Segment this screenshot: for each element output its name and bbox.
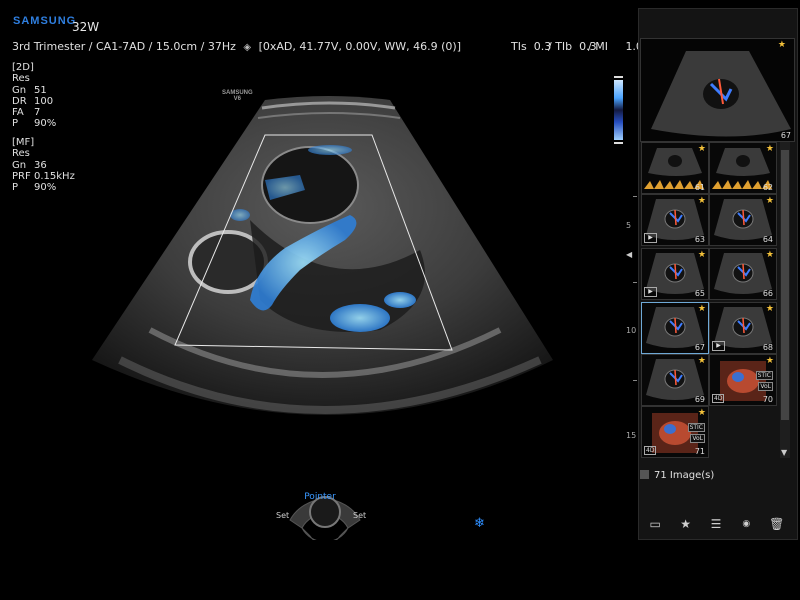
color-scale-bar bbox=[614, 80, 623, 140]
probe-watermark: SAMSUNG V6 bbox=[222, 90, 253, 102]
thumbnail-64[interactable]: ★ 64 bbox=[709, 194, 777, 246]
select-all-icon[interactable]: ▭ bbox=[643, 517, 667, 531]
depth-label-15: 15 bbox=[626, 431, 637, 440]
thumbnail-number: 63 bbox=[694, 235, 705, 244]
scroll-down-icon[interactable]: ▼ bbox=[781, 448, 787, 457]
focus-marker-icon: ◀ bbox=[626, 250, 633, 259]
thumbnail-number: 68 bbox=[762, 343, 773, 352]
thumbnail-number: 61 bbox=[694, 183, 705, 192]
thumbnail-number: 67 bbox=[694, 343, 705, 352]
preview-number: 67 bbox=[780, 131, 791, 140]
vol-badge: VoL bbox=[758, 382, 773, 391]
thumbnail-68[interactable]: ★ ▶ 68 bbox=[709, 302, 777, 354]
star-icon[interactable]: ★ bbox=[698, 408, 706, 418]
star-icon[interactable]: ★ bbox=[766, 250, 774, 260]
set-left-button[interactable]: Set bbox=[276, 511, 289, 520]
thumbnail-number: 71 bbox=[694, 447, 705, 456]
stic-badge: STIC bbox=[755, 371, 773, 380]
volume-tag: 4D bbox=[712, 394, 725, 403]
dicom-icon[interactable]: ◉ bbox=[734, 519, 758, 529]
thumbnail-66[interactable]: ★ 66 bbox=[709, 248, 777, 300]
thumbnail-number: 62 bbox=[762, 183, 773, 192]
snowflake-icon[interactable]: ❄ bbox=[474, 516, 485, 531]
thumbnail-61[interactable]: ★ 61 bbox=[641, 142, 709, 194]
thumbnail-62[interactable]: ★ 62 bbox=[709, 142, 777, 194]
panel-toolbar: ▭ ★ ☰ ◉ 🗑 bbox=[640, 513, 792, 535]
play-icon[interactable]: ▶ bbox=[644, 287, 657, 297]
volume-tag: 4D bbox=[644, 446, 657, 455]
thumbnail-number: 66 bbox=[762, 289, 773, 298]
set-right-button[interactable]: Set bbox=[353, 511, 366, 520]
trash-icon[interactable]: 🗑 bbox=[765, 517, 789, 531]
depth-tick bbox=[633, 282, 637, 283]
play-icon[interactable]: ▶ bbox=[712, 341, 725, 351]
depth-label-10: 10 bbox=[626, 326, 637, 335]
depth-label-5: 5 bbox=[626, 221, 632, 230]
star-icon[interactable]: ★ bbox=[674, 517, 698, 531]
thumbnail-71[interactable]: ★ 4D STIC VoL 71 bbox=[641, 406, 709, 458]
star-icon[interactable]: ★ bbox=[698, 196, 706, 206]
scrollbar-thumb[interactable] bbox=[781, 150, 789, 420]
thumbnail-70[interactable]: ★ 4D STIC VoL 70 bbox=[709, 354, 777, 406]
star-icon[interactable]: ★ bbox=[766, 356, 774, 366]
thumbnail-number: 65 bbox=[694, 289, 705, 298]
star-icon[interactable]: ★ bbox=[698, 250, 706, 260]
thumbnail-67[interactable]: ★ 67 bbox=[641, 302, 709, 354]
star-icon[interactable]: ★ bbox=[698, 144, 706, 154]
thumbnail-number: 69 bbox=[694, 395, 705, 404]
star-icon[interactable]: ★ bbox=[766, 196, 774, 206]
preview-thumbnail[interactable]: ★ 67 bbox=[640, 38, 795, 142]
preview-image bbox=[651, 51, 791, 137]
thumbnail-65[interactable]: ★ ▶ 65 bbox=[641, 248, 709, 300]
play-icon[interactable]: ▶ bbox=[644, 233, 657, 243]
thumbnail-number: 64 bbox=[762, 235, 773, 244]
depth-tick bbox=[633, 380, 637, 381]
colorbar-top-marker bbox=[614, 76, 623, 78]
starred-filter-icon[interactable]: ☰ bbox=[704, 517, 728, 531]
star-icon[interactable]: ★ bbox=[778, 40, 786, 50]
vol-badge: VoL bbox=[690, 434, 705, 443]
scan-sector bbox=[92, 96, 553, 415]
star-icon[interactable]: ★ bbox=[766, 144, 774, 154]
select-checkbox[interactable] bbox=[640, 470, 649, 479]
pointer-label: Pointer bbox=[304, 492, 336, 502]
image-count: 71 Image(s) bbox=[640, 470, 714, 481]
stic-badge: STIC bbox=[687, 423, 705, 432]
star-icon[interactable]: ★ bbox=[698, 356, 706, 366]
colorbar-bottom-marker bbox=[614, 142, 623, 144]
thumbnail-69[interactable]: ★ 69 bbox=[641, 354, 709, 406]
thumbnail-63[interactable]: ★ ▶ 63 bbox=[641, 194, 709, 246]
thumbnail-number: 70 bbox=[762, 395, 773, 404]
star-icon[interactable]: ★ bbox=[698, 304, 706, 314]
depth-tick bbox=[633, 196, 637, 197]
star-icon[interactable]: ★ bbox=[766, 304, 774, 314]
